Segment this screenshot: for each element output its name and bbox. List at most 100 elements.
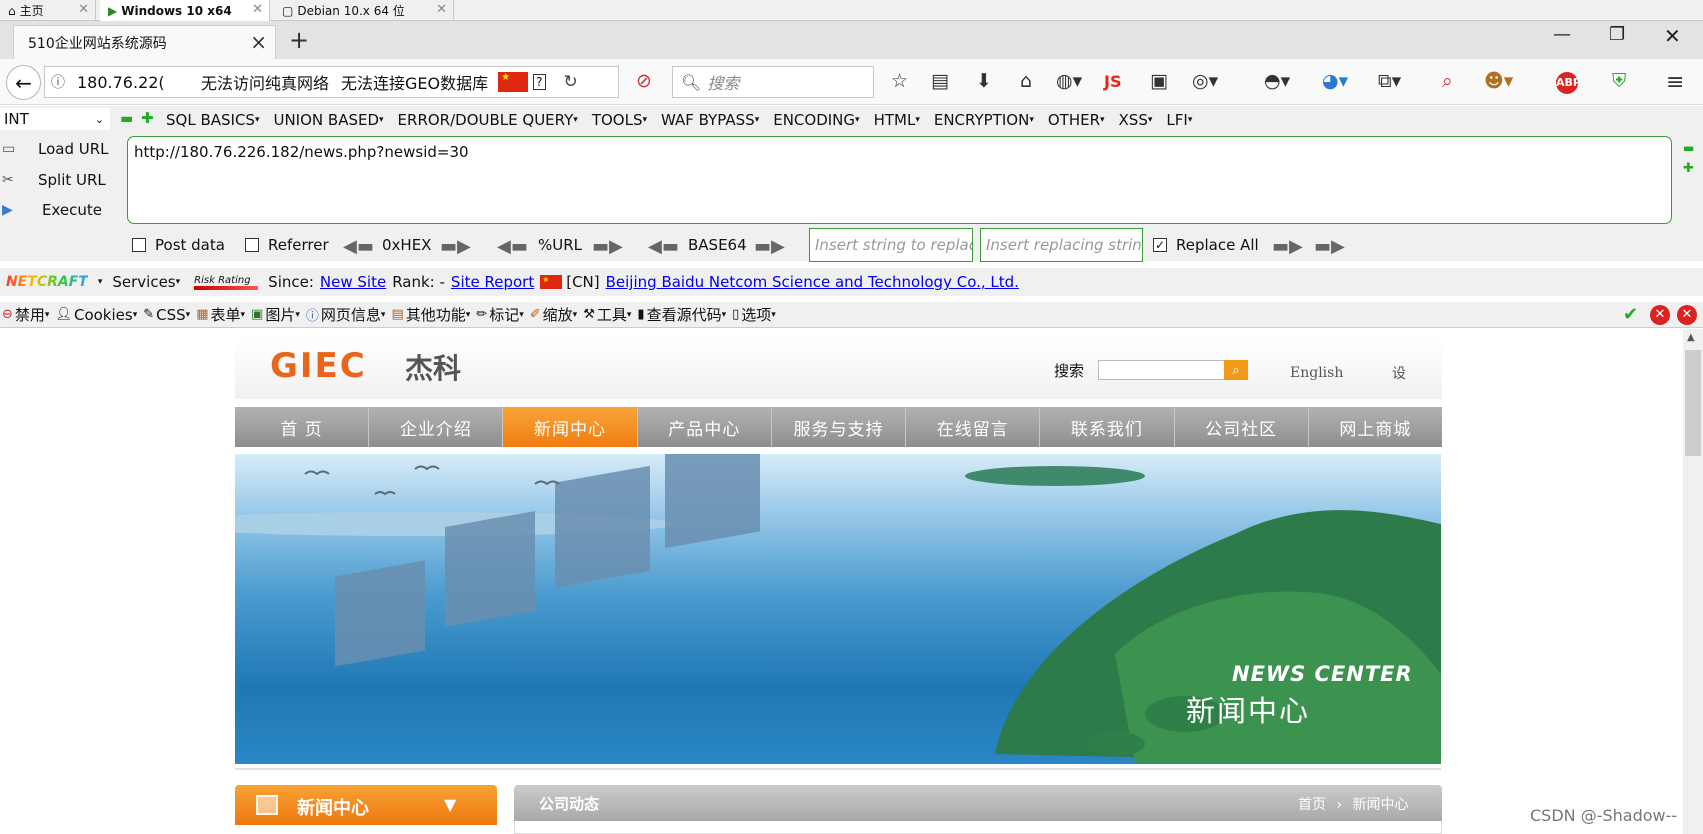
menu-other[interactable]: OTHER	[1048, 111, 1100, 129]
wd-info-menu[interactable]: ⓘ 网页信息 ▾	[306, 304, 386, 325]
nav-contact[interactable]: 联系我们	[1040, 407, 1175, 447]
shrink-icon[interactable]: ▬	[1683, 141, 1694, 155]
vm-tab-debian[interactable]: ▢ Debian 10.x 64 位 ✕	[274, 0, 454, 21]
menu-error-double-query[interactable]: ERROR/DOUBLE QUERY	[398, 111, 574, 129]
menu-encoding[interactable]: ENCODING	[773, 111, 855, 129]
menu-xss[interactable]: XSS	[1119, 111, 1148, 129]
wd-options-menu[interactable]: ▯ 选项 ▾	[732, 304, 776, 325]
load-url-button[interactable]: ▭ Load URL	[2, 136, 109, 162]
scroll-up-icon[interactable]: ▲	[1687, 332, 1695, 343]
vm-tab-home[interactable]: ⌂ 主页 ✕	[0, 0, 96, 21]
close-tab-icon[interactable]: ×	[250, 30, 267, 54]
minus-icon[interactable]: ▬	[120, 111, 133, 127]
nav-message[interactable]: 在线留言	[906, 407, 1041, 447]
wd-images-menu[interactable]: ▣ 图片 ▾	[251, 304, 300, 325]
nav-news[interactable]: 新闻中心	[503, 407, 638, 447]
js-icon[interactable]: JS	[1104, 72, 1121, 91]
post-data-toggle[interactable]: Post data	[132, 236, 225, 254]
nav-support[interactable]: 服务与支持	[772, 407, 907, 447]
dropdown-icon[interactable]: ▾	[98, 277, 103, 287]
english-link[interactable]: English	[1290, 365, 1343, 381]
address-bar[interactable]: ⓘ 180.76.22( 无法访问纯真网络 无法连接GEO数据库 ★ ? ↻	[44, 66, 619, 98]
menu-html[interactable]: HTML	[874, 111, 916, 129]
base64-encode-arrow-icon[interactable]: ▬▶	[754, 236, 785, 257]
menu-waf-bypass[interactable]: WAF BYPASS	[661, 111, 755, 129]
menu-icon[interactable]: ≡	[1666, 70, 1684, 95]
menu-union-based[interactable]: UNION BASED	[273, 111, 379, 129]
int-select[interactable]: INT ⌄	[0, 108, 110, 130]
close-toolbar-icon[interactable]: ✕	[1677, 305, 1697, 325]
site-search-input[interactable]	[1098, 360, 1225, 380]
info-icon[interactable]: ⓘ	[51, 72, 65, 92]
wd-outline-menu[interactable]: ✏ 标记 ▾	[476, 304, 523, 325]
check-icon[interactable]: ✔	[1623, 304, 1638, 325]
image-icon[interactable]: ▣	[1150, 70, 1168, 92]
wd-resize-menu[interactable]: ✐ 缩放 ▾	[530, 304, 577, 325]
menu-lfi[interactable]: LFI	[1166, 111, 1187, 129]
referrer-checkbox[interactable]	[245, 238, 259, 252]
help-icon[interactable]: ?	[533, 74, 546, 90]
window-close-icon[interactable]: ✕	[1664, 24, 1681, 48]
setting-link[interactable]: 设	[1392, 363, 1406, 383]
nav-home[interactable]: 首 页	[235, 407, 370, 447]
base64-decode-arrow-icon[interactable]: ◀▬	[648, 236, 679, 257]
url-decode-arrow-icon[interactable]: ◀▬	[497, 236, 528, 257]
risk-rating-badge[interactable]: Risk Rating	[194, 275, 259, 290]
wd-css-menu[interactable]: ✎ CSS ▾	[143, 306, 190, 324]
close-icon[interactable]: ✕	[78, 2, 89, 17]
back-icon[interactable]: ←	[6, 65, 41, 100]
menu-tools[interactable]: TOOLS	[592, 111, 643, 129]
services-menu[interactable]: Services	[112, 273, 175, 291]
nav-community[interactable]: 公司社区	[1175, 407, 1309, 447]
replace-all-checkbox[interactable]: ✓	[1153, 238, 1167, 252]
reload-icon[interactable]: ↻	[564, 72, 578, 92]
execute-button[interactable]: ▶ Execute	[2, 197, 102, 223]
spy-icon[interactable]: ◓▾	[1264, 70, 1290, 92]
wd-tools-menu[interactable]: ⚒ 工具 ▾	[583, 304, 631, 325]
bookmark-star-icon[interactable]: ☆	[891, 70, 908, 92]
since-link[interactable]: New Site	[320, 273, 386, 291]
share-icon[interactable]: ⧉▾	[1378, 70, 1401, 92]
netcraft-logo[interactable]: NETCRAFT	[6, 274, 88, 290]
block-icon[interactable]: ⊘	[636, 70, 652, 92]
hex-encode-arrow-icon[interactable]: ▬▶	[440, 236, 471, 257]
url-encode-arrow-icon[interactable]: ▬▶	[592, 236, 623, 257]
site-logo-cn[interactable]: 杰科	[405, 347, 461, 387]
triangle-down-icon[interactable]: ▼	[444, 795, 456, 814]
breadcrumb-current[interactable]: 新闻中心	[1353, 797, 1409, 813]
menu-sql-basics[interactable]: SQL BASICS	[166, 111, 255, 129]
site-report-link[interactable]: Site Report	[451, 273, 534, 291]
wd-misc-menu[interactable]: ▤ 其他功能 ▾	[391, 304, 470, 325]
wd-cookies-menu[interactable]: 👤︎ Cookies ▾	[55, 306, 137, 324]
expand-icon[interactable]: ✚	[1683, 161, 1694, 176]
close-icon[interactable]: ✕	[252, 2, 263, 17]
site-search-button[interactable]: ⌕	[1224, 360, 1248, 380]
nav-about[interactable]: 企业介绍	[369, 407, 504, 447]
monkey-icon[interactable]: ☻▾	[1484, 70, 1513, 92]
search-input[interactable]: 🔍︎ 搜索	[672, 66, 874, 98]
error-icon[interactable]: ✕	[1650, 305, 1670, 325]
browser-tab[interactable]: 510企业网站系统源码 ×	[13, 25, 276, 59]
replace-all-arrow-icon[interactable]: ▬▶	[1314, 236, 1345, 257]
magnifier-icon[interactable]: ⌕	[1442, 70, 1453, 92]
scrollbar-thumb[interactable]	[1685, 350, 1701, 456]
minimize-icon[interactable]: —	[1553, 24, 1571, 45]
nav-products[interactable]: 产品中心	[638, 407, 772, 447]
plus-icon[interactable]: ✚	[141, 109, 154, 127]
site-logo-en[interactable]: GIEC	[270, 346, 367, 386]
wd-source-menu[interactable]: ▮ 查看源代码 ▾	[637, 304, 726, 325]
wd-forms-menu[interactable]: ▦ 表单 ▾	[196, 304, 245, 325]
post-data-checkbox[interactable]	[132, 238, 146, 252]
globe-icon[interactable]: ◍▾	[1056, 70, 1082, 92]
replace-arrow-icon[interactable]: ▬▶	[1272, 236, 1303, 257]
referrer-toggle[interactable]: Referrer	[245, 236, 329, 254]
hosting-link[interactable]: Beijing Baidu Netcom Science and Technol…	[606, 273, 1019, 291]
restore-icon[interactable]: ❐	[1609, 24, 1625, 45]
new-tab-icon[interactable]: +	[289, 26, 309, 54]
replace-search-input[interactable]: Insert string to replac	[809, 228, 973, 262]
download-icon[interactable]: ⬇	[976, 70, 992, 92]
url-textarea[interactable]: http://180.76.226.182/news.php?newsid=30	[127, 136, 1672, 224]
close-icon[interactable]: ✕	[436, 2, 447, 17]
reading-list-icon[interactable]: ▤	[931, 70, 949, 92]
replace-with-input[interactable]: Insert replacing string	[980, 228, 1143, 262]
